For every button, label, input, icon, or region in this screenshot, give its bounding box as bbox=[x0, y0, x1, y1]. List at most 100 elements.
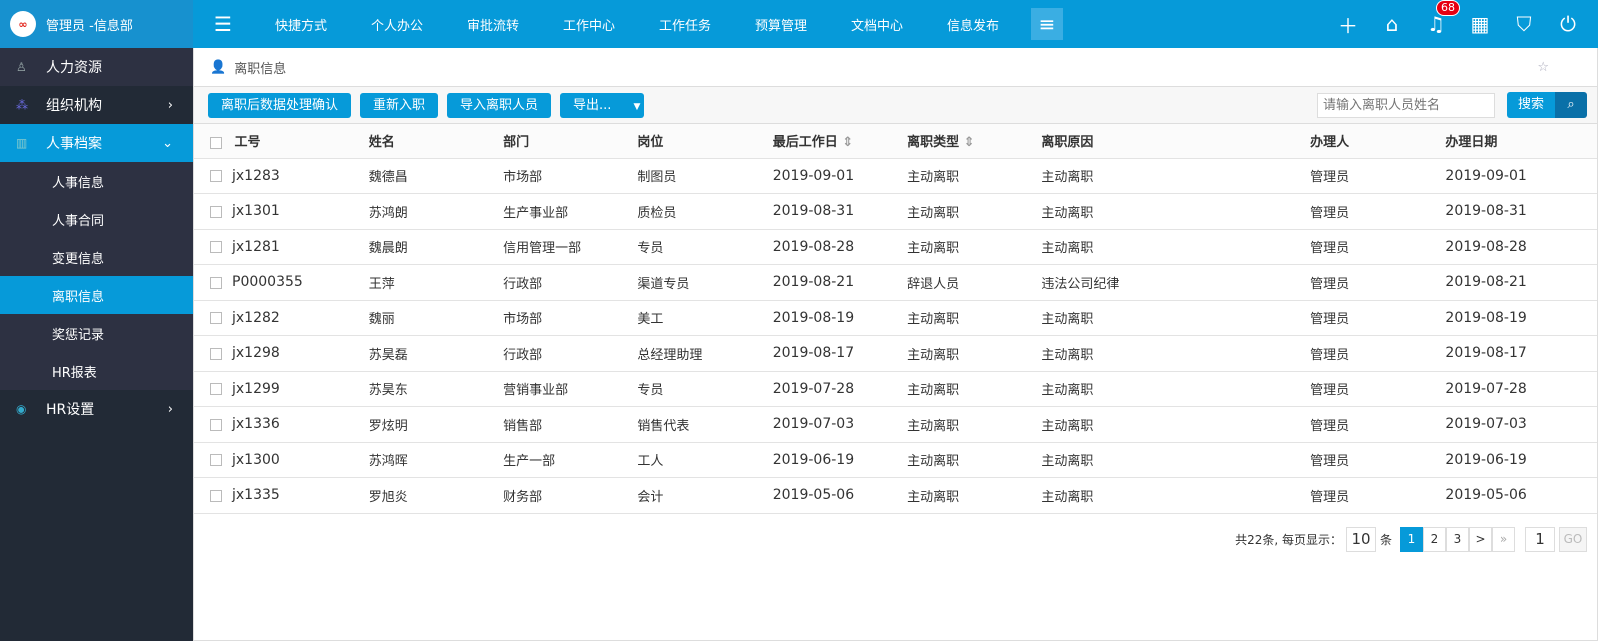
row-checkbox[interactable] bbox=[210, 276, 222, 289]
apps-icon[interactable]: ▦ bbox=[1458, 12, 1502, 36]
table-cell: 管理员 bbox=[1310, 158, 1446, 194]
sidebar-item-org[interactable]: ⁂ 组织机构 › bbox=[0, 86, 193, 124]
table-row[interactable]: jx1301 苏鸿朗 生产事业部 质检员 2019-08-31 主动离职 主动离职 管理员 20… bbox=[194, 193, 1597, 230]
nav-shortcut[interactable]: 快捷方式 bbox=[253, 15, 349, 34]
nav-news[interactable]: 信息发布 bbox=[925, 15, 1021, 34]
select-all-checkbox[interactable] bbox=[210, 136, 222, 149]
header-label: 工号 bbox=[234, 135, 261, 151]
table-row[interactable]: jx1281 魏晨朗 信用管理一部 专员 2019-08-28 主动离职 主动离职 管理员 20… bbox=[194, 229, 1597, 265]
sidebar-sub-reward[interactable]: 奖惩记录 bbox=[0, 314, 193, 352]
table-cell: 质检员 bbox=[637, 193, 773, 230]
table-row[interactable]: P0000355 王萍 行政部 渠道专员 2019-08-21 辞退人员 违法公司纪律 管理员… bbox=[194, 264, 1597, 301]
sort-icon[interactable]: ⇕ bbox=[959, 135, 975, 150]
bell-icon[interactable]: ♫ 68 bbox=[1414, 0, 1460, 36]
sidebar-item-archive[interactable]: ▥ 人事档案 ⌄ bbox=[0, 124, 193, 162]
sidebar-item-hr[interactable]: ♙ 人力资源 bbox=[0, 48, 193, 86]
page-size-input[interactable]: 10 bbox=[1345, 527, 1376, 552]
search-input[interactable] bbox=[1316, 92, 1495, 118]
row-checkbox[interactable] bbox=[210, 454, 222, 467]
nav-approval[interactable]: 审批流转 bbox=[445, 15, 541, 34]
goto-page-input[interactable]: 1 bbox=[1525, 527, 1555, 552]
cell-text: 管理员 bbox=[1310, 276, 1350, 292]
home-icon[interactable]: ⌂ bbox=[1370, 12, 1414, 36]
search-icon[interactable]: ⌕ bbox=[1555, 92, 1587, 118]
row-checkbox[interactable] bbox=[210, 312, 222, 325]
page-2[interactable]: 2 bbox=[1423, 527, 1446, 552]
table-row[interactable]: jx1335 罗旭炎 财务部 会计 2019-05-06 主动离职 主动离职 管理员 2019-… bbox=[194, 477, 1597, 514]
header-label: 最后工作日 bbox=[772, 135, 838, 151]
last-page[interactable]: » bbox=[1492, 527, 1515, 552]
power-icon[interactable]: ⏻ bbox=[1546, 12, 1590, 36]
cell-text: 罗炫明 bbox=[368, 418, 408, 434]
table-cell: jx1282 bbox=[194, 300, 369, 336]
row-checkbox[interactable] bbox=[210, 489, 222, 502]
table-row[interactable]: jx1299 苏昊东 营销事业部 专员 2019-07-28 主动离职 主动离职 管理员 201… bbox=[194, 371, 1597, 407]
column-header: 姓名 bbox=[368, 124, 504, 159]
cell-text: 主动离职 bbox=[907, 241, 960, 257]
export-button[interactable]: 导出... ▼ bbox=[560, 92, 645, 118]
more-menu-icon[interactable]: ≡ bbox=[1031, 8, 1063, 40]
sidebar-item-hr-settings[interactable]: ◉ HR设置 › bbox=[0, 390, 193, 428]
table-row[interactable]: jx1336 罗炫明 销售部 销售代表 2019-07-03 主动离职 主动离职 管理员 201… bbox=[194, 406, 1597, 443]
cell-text: 主动离职 bbox=[907, 170, 960, 186]
sidebar-sub-report[interactable]: HR报表 bbox=[0, 352, 193, 390]
import-button[interactable]: 导入离职人员 bbox=[447, 92, 552, 118]
sidebar-sub-contract[interactable]: 人事合同 bbox=[0, 200, 193, 238]
table-cell: jx1300 bbox=[194, 442, 369, 478]
row-checkbox[interactable] bbox=[210, 170, 222, 183]
rehire-button[interactable]: 重新入职 bbox=[360, 92, 439, 118]
nav-tasks[interactable]: 工作任务 bbox=[637, 15, 733, 34]
collapse-menu-icon[interactable]: ☰ bbox=[193, 12, 253, 36]
nav-work-center[interactable]: 工作中心 bbox=[541, 15, 637, 34]
cell-text: 主动离职 bbox=[1041, 241, 1094, 257]
table-row[interactable]: jx1298 苏昊磊 行政部 总经理助理 2019-08-17 主动离职 主动离职 管理员 20… bbox=[194, 335, 1597, 372]
table-cell: 苏鸿朗 bbox=[368, 193, 504, 230]
cell-text: 2019-07-28 bbox=[772, 380, 855, 397]
table-cell: 专员 bbox=[637, 371, 773, 407]
cell-text: 美工 bbox=[637, 312, 664, 328]
table-row[interactable]: jx1282 魏丽 市场部 美工 2019-08-19 主动离职 主动离职 管理员 2019-0… bbox=[194, 300, 1597, 336]
row-checkbox[interactable] bbox=[210, 383, 222, 396]
cell-text: 主动离职 bbox=[907, 312, 960, 328]
sidebar-sub-info[interactable]: 人事信息 bbox=[0, 162, 193, 200]
cell-text: 2019-08-28 bbox=[1445, 238, 1527, 255]
org-icon: ⁂ bbox=[16, 98, 28, 112]
cell-text: 苏昊磊 bbox=[368, 347, 408, 363]
column-header[interactable]: 最后工作日 ⇕ bbox=[772, 124, 908, 159]
table-cell: 销售代表 bbox=[637, 406, 773, 443]
sidebar-sub-change[interactable]: 变更信息 bbox=[0, 238, 193, 276]
theme-shirt-icon[interactable]: ⛉ bbox=[1502, 12, 1546, 36]
column-header[interactable]: 离职类型 ⇕ bbox=[907, 124, 1042, 159]
table-row[interactable]: jx1300 苏鸿晖 生产一部 工人 2019-06-19 主动离职 主动离职 管理员 2019… bbox=[194, 442, 1597, 478]
confirm-data-button[interactable]: 离职后数据处理确认 bbox=[208, 92, 352, 118]
nav-budget[interactable]: 预算管理 bbox=[733, 15, 829, 34]
row-checkbox[interactable] bbox=[210, 347, 222, 360]
cell-text: 制图员 bbox=[637, 170, 677, 186]
cell-text: 市场部 bbox=[503, 312, 543, 328]
sidebar-sub-resign[interactable]: 离职信息 bbox=[0, 276, 193, 314]
next-page[interactable]: > bbox=[1469, 527, 1492, 552]
cell-text: jx1335 bbox=[232, 487, 280, 504]
table-row[interactable]: jx1283 魏德昌 市场部 制图员 2019-09-01 主动离职 主动离职 管理员 2019… bbox=[194, 158, 1597, 194]
row-checkbox[interactable] bbox=[210, 205, 222, 218]
row-checkbox[interactable] bbox=[210, 241, 222, 254]
plus-icon[interactable]: ＋ bbox=[1326, 10, 1370, 39]
table-cell: 苏鸿晖 bbox=[368, 442, 504, 478]
page-1[interactable]: 1 bbox=[1400, 527, 1423, 552]
nav-personal[interactable]: 个人办公 bbox=[349, 15, 445, 34]
table-cell: 管理员 bbox=[1310, 442, 1446, 478]
table-cell: 2019-07-28 bbox=[1445, 371, 1597, 407]
table-cell: 主动离职 bbox=[907, 193, 1042, 230]
cell-text: 工人 bbox=[637, 454, 664, 470]
table-cell: 渠道专员 bbox=[637, 264, 773, 301]
table-cell: 主动离职 bbox=[1041, 158, 1311, 194]
user-header: ∞ 管理员 -信息部 bbox=[0, 0, 193, 48]
page-3[interactable]: 3 bbox=[1446, 527, 1469, 552]
nav-docs[interactable]: 文档中心 bbox=[829, 15, 925, 34]
go-button[interactable]: GO bbox=[1559, 527, 1587, 552]
star-icon[interactable]: ☆ bbox=[1537, 60, 1549, 75]
row-checkbox[interactable] bbox=[210, 418, 222, 431]
cell-text: 2019-08-21 bbox=[772, 274, 855, 291]
search-button[interactable]: 搜索 bbox=[1506, 92, 1555, 118]
sort-icon[interactable]: ⇕ bbox=[838, 135, 853, 150]
